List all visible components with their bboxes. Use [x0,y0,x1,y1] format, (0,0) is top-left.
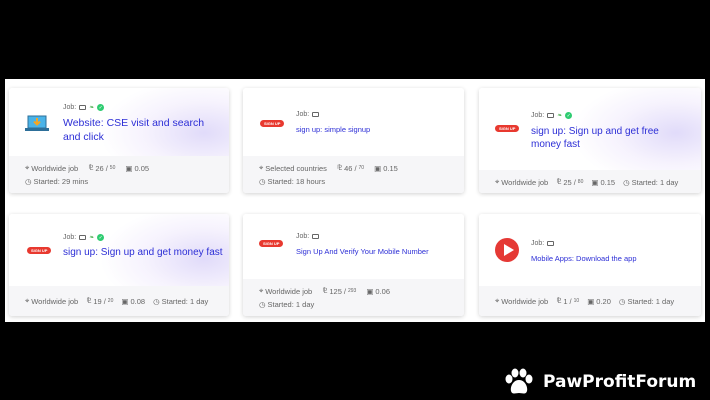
job-label: Job: [63,104,77,111]
job-progress: 25 [563,177,572,187]
job-label: Job: [296,111,310,118]
job-started: Started: 1 day [161,296,209,306]
job-total: 80 [577,179,584,185]
job-label: Job: [63,234,77,241]
job-label: Job: [296,233,310,240]
job-started: Started: 18 hours [267,177,326,186]
job-reward: 0.15 [383,163,398,173]
verified-icon: ✓ [97,234,105,241]
job-reward: 0.08 [130,296,146,306]
location-icon: ⌖ [495,296,500,305]
job-total: 50 [109,165,116,171]
job-total: 20 [107,298,114,304]
job-progress: 26 [95,163,104,173]
brand-name: PawProfitForum [543,371,697,392]
job-started: Started: 1 day [627,296,675,306]
users-icon: ⅊ [86,296,92,305]
clock-icon: ◷ [25,177,32,186]
desktop-icon [79,105,87,110]
paw-icon [505,368,533,393]
job-title[interactable]: Sign Up And Verify Your Mobile Number [296,247,461,257]
signup-badge: SIGN UP [27,247,52,254]
job-title[interactable]: Website: CSE visit and search and click [63,117,213,144]
users-icon: ⅊ [556,177,562,186]
money-icon: ▣ [374,163,382,173]
job-card[interactable]: SIGN UP Job: ❧ ✓ sign up: Sign up and ge… [479,88,701,193]
signup-badge: SIGN UP [259,240,284,247]
money-icon: ▣ [366,286,374,296]
verified-icon: ✓ [565,112,573,119]
laptop-icon [25,115,49,131]
money-icon: ▣ [121,296,129,306]
money-icon: ▣ [125,163,133,173]
job-progress: 46 [344,163,353,173]
users-icon: ⅊ [336,163,343,172]
money-icon: ▣ [591,177,599,187]
location-icon: ⌖ [25,296,30,305]
leaf-icon: ❧ [89,105,95,111]
desktop-icon [547,241,555,246]
job-region: Worldwide job [501,177,549,187]
job-card[interactable]: SIGN UP Job: sign up: simple signup ⌖ Sel… [243,88,464,193]
job-label: Job: [531,112,545,119]
job-reward: 0.06 [375,286,391,296]
location-icon: ⌖ [259,286,264,295]
desktop-icon [79,235,87,240]
job-started: Started: 1 day [631,177,679,187]
desktop-icon [547,113,555,118]
desktop-icon [312,234,320,239]
location-icon: ⌖ [259,163,264,172]
leaf-icon: ❧ [89,235,95,241]
jobs-panel: Job: ❧ ✓ Website: CSE visit and search a… [5,79,705,322]
job-title[interactable]: sign up: simple signup [296,125,456,135]
clock-icon: ◷ [618,296,626,306]
play-store-icon [495,238,519,262]
job-title[interactable]: sign up: Sign up and get money fast [63,246,223,259]
job-card[interactable]: SIGN UP Job: ❧ ✓ sign up: Sign up and ge… [9,214,229,316]
job-card[interactable]: Job: ❧ ✓ Website: CSE visit and search a… [9,88,229,193]
clock-icon: ◷ [259,177,266,186]
job-region: Worldwide job [31,163,79,173]
clock-icon: ◷ [259,300,266,309]
location-icon: ⌖ [25,163,30,172]
job-progress: 19 [93,296,102,306]
job-card[interactable]: Job: Mobile Apps: Download the app ⌖ Worl… [479,214,701,316]
users-icon: ⅊ [556,296,562,305]
job-total: 293 [347,288,357,294]
job-title[interactable]: sign up: Sign up and get free money fast [531,125,691,151]
leaf-icon: ❧ [557,113,563,119]
job-progress: 1 [563,296,568,306]
signup-badge: SIGN UP [495,125,520,132]
job-reward: 0.15 [600,177,616,187]
job-started: Started: 29 mins [33,177,89,186]
job-region: Selected countries [265,163,327,173]
job-progress: 125 [329,286,342,296]
money-icon: ▣ [587,296,595,306]
location-icon: ⌖ [495,177,500,186]
desktop-icon [312,112,320,117]
job-region: Worldwide job [31,296,79,306]
job-region: Worldwide job [265,286,313,296]
users-icon: ⅊ [322,286,328,295]
job-total: 10 [573,298,580,304]
job-reward: 0.20 [596,296,611,306]
job-total: 70 [358,165,365,171]
job-reward: 0.05 [134,163,150,173]
clock-icon: ◷ [153,296,160,306]
job-card[interactable]: SIGN UP Job: Sign Up And Verify Your Mob… [243,214,464,316]
clock-icon: ◷ [623,177,630,187]
users-icon: ⅊ [88,163,94,172]
job-label: Job: [531,240,545,247]
job-started: Started: 1 day [267,300,315,309]
signup-badge: SIGN UP [260,120,285,127]
brand-watermark: PawProfitForum [497,363,710,400]
job-region: Worldwide job [501,296,549,306]
verified-icon: ✓ [97,104,105,111]
job-title[interactable]: Mobile Apps: Download the app [531,254,691,264]
